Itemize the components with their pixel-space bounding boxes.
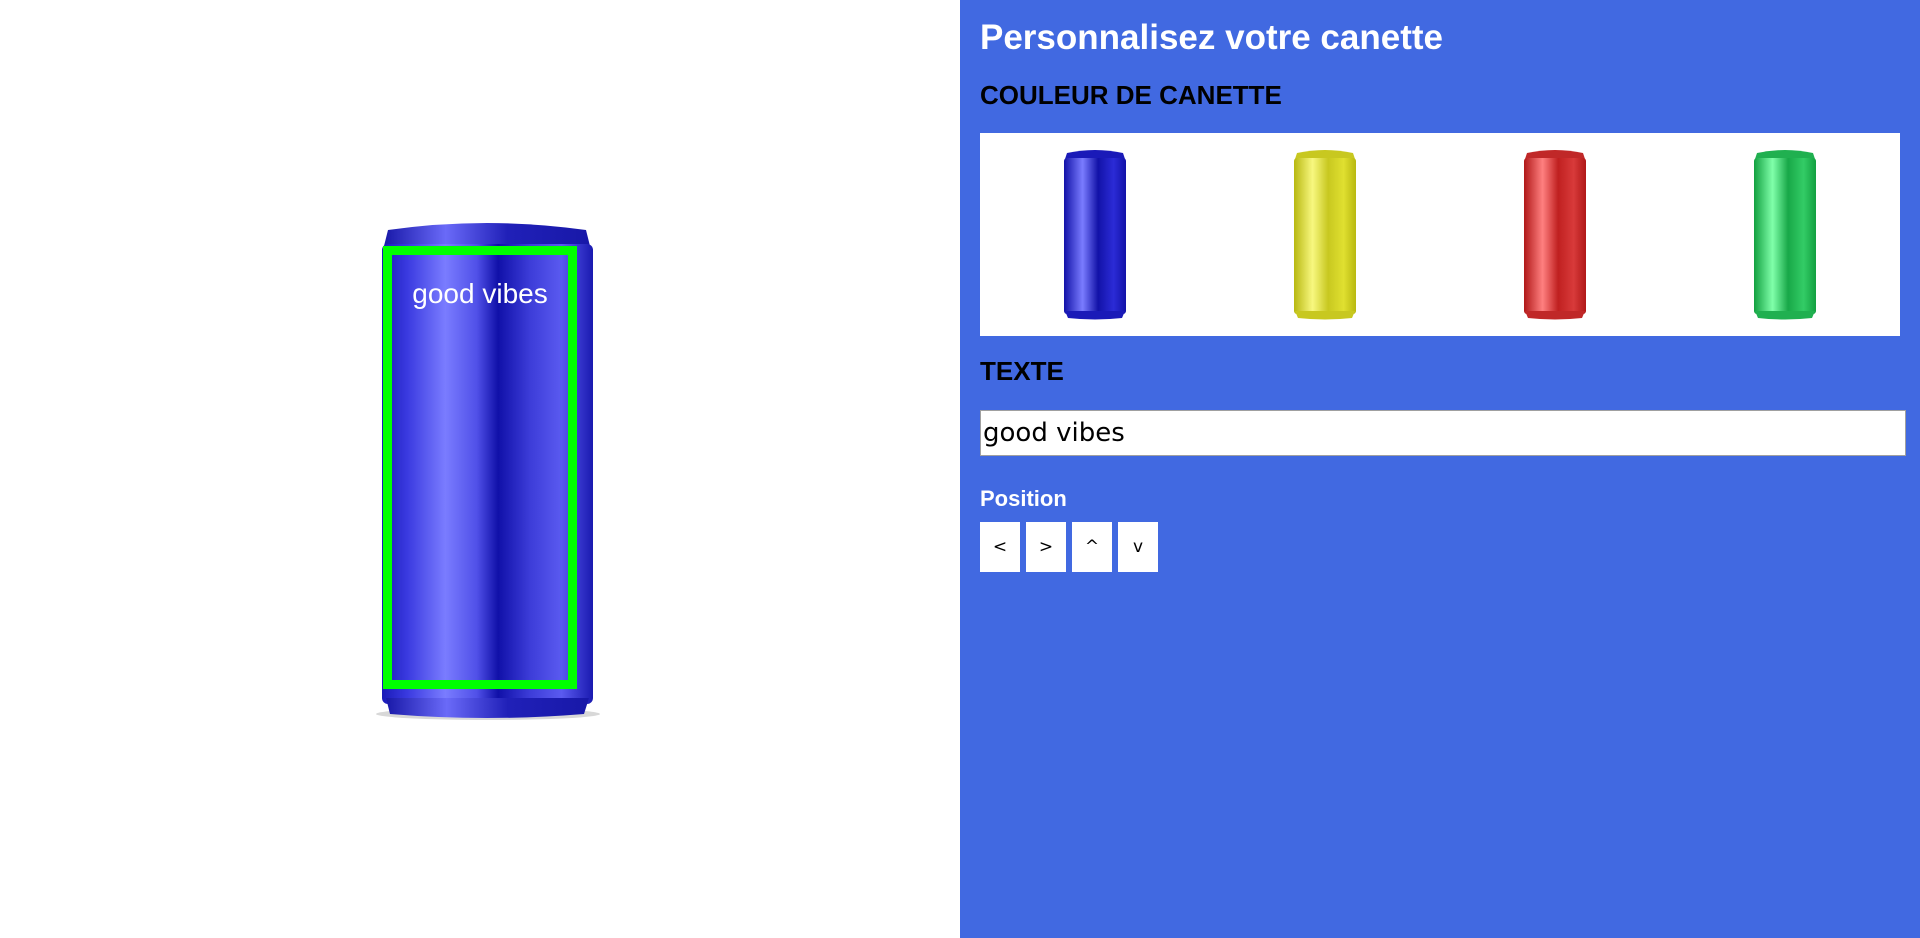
print-area-frame[interactable]	[383, 246, 577, 689]
red-can-option[interactable]	[1519, 149, 1591, 321]
move-down-button[interactable]: v	[1118, 522, 1158, 572]
position-label: Position	[980, 486, 1067, 511]
blue-can-option[interactable]	[1059, 149, 1131, 321]
panel-title: Personnalisez votre canette	[980, 18, 1443, 57]
can-preview-area: good vibes	[0, 0, 960, 938]
can-text-input[interactable]	[980, 410, 1906, 456]
can-color-heading: COULEUR DE CANETTE	[980, 80, 1282, 110]
can-color-options	[980, 133, 1900, 336]
move-right-button[interactable]: >	[1026, 522, 1066, 572]
position-controls: < > ^ v	[980, 522, 1158, 572]
text-heading: TEXTE	[980, 356, 1064, 386]
green-can-option[interactable]	[1749, 149, 1821, 321]
move-up-button[interactable]: ^	[1072, 522, 1112, 572]
yellow-can-option[interactable]	[1289, 149, 1361, 321]
move-left-button[interactable]: <	[980, 522, 1020, 572]
customization-panel: Personnalisez votre canette COULEUR DE C…	[960, 0, 1920, 938]
can-custom-text[interactable]: good vibes	[380, 278, 580, 310]
